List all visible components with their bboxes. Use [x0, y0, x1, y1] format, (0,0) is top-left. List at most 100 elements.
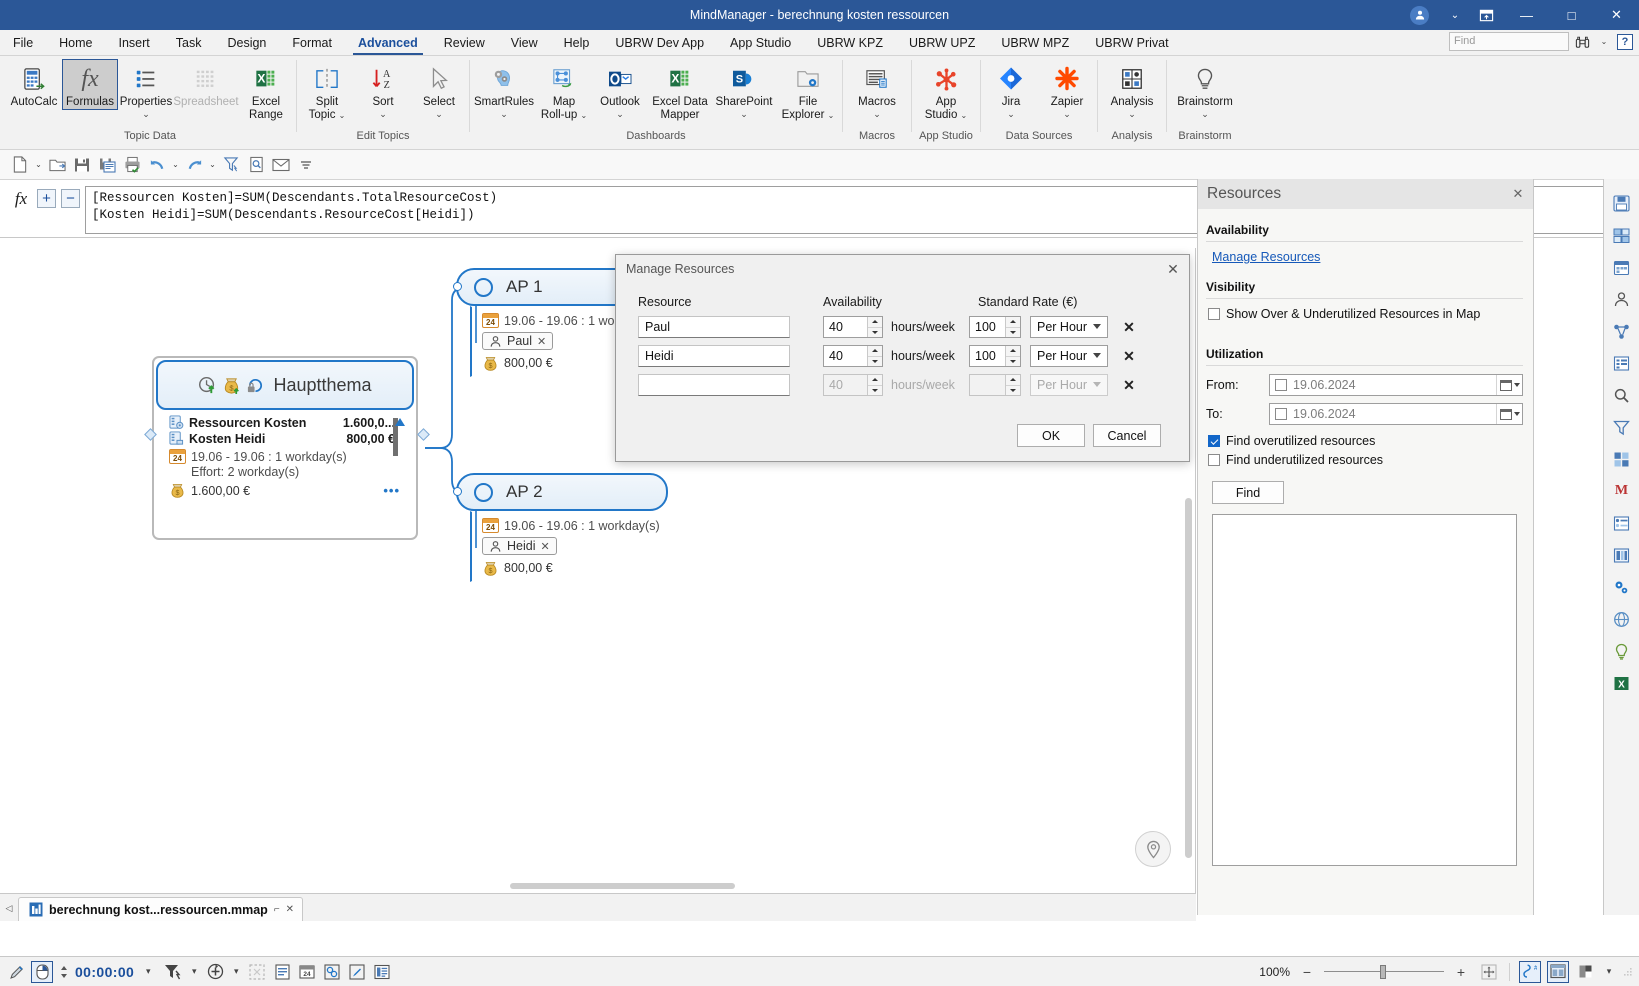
attachment-icon[interactable]	[321, 961, 343, 983]
print-preview-icon[interactable]	[120, 153, 144, 177]
to-date-picker-button[interactable]	[1496, 404, 1522, 424]
resource-name-input[interactable]: Paul	[638, 316, 790, 338]
ok-button[interactable]: OK	[1017, 424, 1085, 447]
from-date-enable-checkbox[interactable]	[1275, 379, 1287, 391]
tab-task[interactable]: Task	[163, 30, 215, 55]
file-explorer-button[interactable]: File Explorer ⌄	[776, 59, 840, 123]
file-explorer-chevron-icon[interactable]: ⌄	[828, 111, 835, 120]
filter-icon[interactable]	[162, 961, 184, 983]
sort-chevron-icon[interactable]: ⌄	[379, 110, 387, 119]
add-formula-button[interactable]: +	[37, 189, 56, 208]
doc-tab-scroll-left[interactable]: ◁	[0, 895, 18, 921]
availability-value[interactable]: 40	[824, 317, 867, 337]
map-rollup-button[interactable]: Map Roll-up ⌄	[536, 59, 592, 123]
add-chevron-icon[interactable]: ▾	[229, 961, 243, 983]
document-tab-restore-icon[interactable]: ⌐	[274, 904, 280, 915]
ap2-resource-row[interactable]: Heidi ✕	[482, 537, 661, 556]
resource-chip[interactable]: Heidi ✕	[482, 537, 557, 555]
markers-icon[interactable]	[1611, 512, 1633, 534]
brainstorm-chevron-icon[interactable]: ⌄	[1201, 110, 1209, 119]
properties-chevron-icon[interactable]: ⌄	[142, 110, 150, 119]
analysis-button[interactable]: Analysis ⌄	[1100, 59, 1164, 120]
tab-ubrw-privat[interactable]: UBRW Privat	[1082, 30, 1181, 55]
find-input[interactable]: Find	[1449, 32, 1569, 51]
task-info-icon[interactable]	[1611, 256, 1633, 278]
availability-down-icon[interactable]	[868, 356, 882, 366]
remove-resource-icon[interactable]: ✕	[537, 335, 546, 348]
tab-ubrw-dev-app[interactable]: UBRW Dev App	[602, 30, 717, 55]
task-pane-close-button[interactable]: ✕	[1508, 184, 1528, 204]
zoom-slider[interactable]	[1324, 964, 1444, 979]
excel-panel-icon[interactable]: X	[1611, 672, 1633, 694]
rate-stepper[interactable]: 100	[969, 345, 1021, 367]
account-button[interactable]	[1397, 0, 1442, 30]
account-chevron-icon[interactable]: ⌄	[1442, 0, 1468, 30]
tab-advanced[interactable]: Advanced	[345, 30, 431, 55]
binoculars-icon[interactable]	[1573, 33, 1591, 51]
timer-chevron-icon[interactable]: ▾	[137, 961, 159, 983]
timer-stepper-icon[interactable]	[56, 961, 72, 983]
tab-app-studio[interactable]: App Studio	[717, 30, 804, 55]
rate-up-icon[interactable]	[1006, 346, 1020, 357]
topic-ap-2[interactable]: AP 2 24 19.06 - 19.06 : 1 workday(s) Hei…	[456, 473, 668, 582]
tab-format[interactable]: Format	[279, 30, 345, 55]
new-chevron-icon[interactable]: ⌄	[33, 153, 44, 177]
pen-icon[interactable]	[6, 961, 28, 983]
close-button[interactable]: ✕	[1594, 0, 1639, 30]
outlook-button[interactable]: Outlook ⌄	[592, 59, 648, 120]
zoom-out-button[interactable]: −	[1296, 961, 1318, 983]
map-vertical-scrollbar[interactable]	[1185, 498, 1192, 858]
undo-icon[interactable]	[145, 153, 169, 177]
filter-icon[interactable]	[219, 153, 243, 177]
redo-chevron-icon[interactable]: ⌄	[207, 153, 218, 177]
smartrules-button[interactable]: SmartRules ⌄	[472, 59, 536, 120]
select-button[interactable]: Select ⌄	[411, 59, 467, 120]
remove-formula-button[interactable]: −	[61, 189, 80, 208]
rate-spinner[interactable]	[1005, 317, 1020, 337]
manage-resources-link[interactable]: Manage Resources	[1212, 250, 1320, 264]
tips-icon[interactable]	[1611, 640, 1633, 662]
undo-chevron-icon[interactable]: ⌄	[170, 153, 181, 177]
app-studio-chevron-icon[interactable]: ⌄	[961, 111, 968, 120]
tab-insert[interactable]: Insert	[106, 30, 163, 55]
property-row[interactable]: Kosten Heidi 800,00 €	[169, 431, 407, 446]
zapier-button[interactable]: Zapier ⌄	[1039, 59, 1095, 120]
binoculars-chevron-icon[interactable]: ⌄	[1595, 33, 1613, 51]
properties-panel-icon[interactable]	[1611, 352, 1633, 374]
zapier-chevron-icon[interactable]: ⌄	[1063, 110, 1071, 119]
filter-panel-icon[interactable]	[1611, 416, 1633, 438]
tab-file[interactable]: File	[0, 30, 46, 55]
tag-icon[interactable]	[346, 961, 368, 983]
relationship-icon[interactable]	[1611, 320, 1633, 342]
availability-value[interactable]: 40	[824, 346, 867, 366]
select-chevron-icon[interactable]: ⌄	[435, 110, 443, 119]
resources-icon[interactable]	[1611, 288, 1633, 310]
ap2-collapse-icon[interactable]	[453, 487, 462, 496]
formulas-button[interactable]: fx Formulas	[62, 59, 118, 110]
save-as-icon[interactable]	[95, 153, 119, 177]
resource-name-input[interactable]: Heidi	[638, 345, 790, 367]
availability-up-icon[interactable]	[868, 346, 882, 357]
excel-range-button[interactable]: X Excel Range	[238, 59, 294, 123]
rate-value[interactable]: 100	[970, 317, 1005, 337]
from-date-field[interactable]: 19.06.2024	[1269, 374, 1523, 396]
ap1-collapse-icon[interactable]	[453, 282, 462, 291]
delete-resource-button[interactable]: ✕	[1118, 375, 1140, 395]
send-mail-icon[interactable]	[269, 153, 293, 177]
availability-up-icon[interactable]	[868, 317, 882, 328]
to-date-field[interactable]: 19.06.2024	[1269, 403, 1523, 425]
rate-down-icon[interactable]	[1006, 356, 1020, 366]
manage-resources-dialog[interactable]: Manage Resources ✕ Resource Availability…	[615, 254, 1190, 462]
more-icon[interactable]	[294, 153, 318, 177]
central-scroll-up-icon[interactable]	[395, 418, 405, 426]
analysis-chevron-icon[interactable]: ⌄	[1128, 110, 1136, 119]
rate-down-icon[interactable]	[1006, 327, 1020, 337]
jira-button[interactable]: Jira ⌄	[983, 59, 1039, 120]
find-button[interactable]: Find	[1212, 481, 1284, 504]
sharepoint-chevron-icon[interactable]: ⌄	[740, 110, 748, 119]
to-date-enable-checkbox[interactable]	[1275, 408, 1287, 420]
availability-down-icon[interactable]	[868, 327, 882, 337]
remove-resource-icon[interactable]: ✕	[541, 540, 550, 553]
rate-type-select[interactable]: Per Hour	[1030, 316, 1108, 338]
timer-display[interactable]: 00:00:00	[75, 964, 134, 980]
